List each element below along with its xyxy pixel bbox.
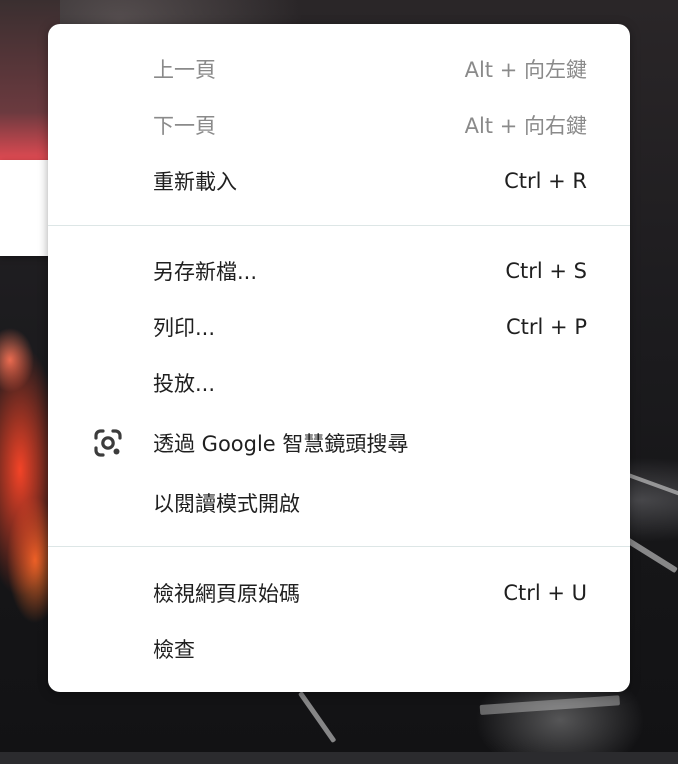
menu-item-save-as[interactable]: 另存新檔... Ctrl + S: [48, 243, 630, 299]
background-streak: [297, 691, 337, 744]
menu-item-back[interactable]: 上一頁 Alt + 向左鍵: [48, 41, 630, 97]
menu-item-label: 檢查: [153, 638, 195, 662]
menu-item-view-source[interactable]: 檢視網頁原始碼 Ctrl + U: [48, 565, 630, 621]
menu-item-shortcut: Alt + 向右鍵: [464, 114, 587, 138]
menu-item-label: 下一頁: [153, 114, 216, 138]
menu-item-shortcut: Ctrl + S: [505, 259, 587, 283]
background-streak: [479, 695, 621, 715]
menu-item-label: 透過 Google 智慧鏡頭搜尋: [153, 432, 409, 456]
menu-item-shortcut: Ctrl + R: [504, 169, 587, 193]
menu-item-google-lens[interactable]: 透過 Google 智慧鏡頭搜尋: [48, 415, 630, 471]
menu-item-cast[interactable]: 投放...: [48, 355, 630, 411]
menu-item-forward[interactable]: 下一頁 Alt + 向右鍵: [48, 97, 630, 153]
context-menu: 上一頁 Alt + 向左鍵 下一頁 Alt + 向右鍵 重新載入 Ctrl + …: [48, 24, 630, 692]
menu-item-reading-mode[interactable]: 以閱讀模式開啟: [48, 475, 630, 531]
menu-item-label: 重新載入: [153, 170, 237, 194]
menu-item-label: 列印...: [153, 316, 216, 340]
background-bottom-bar: [0, 752, 678, 764]
menu-item-shortcut: Ctrl + P: [506, 315, 587, 339]
menu-separator: [48, 225, 630, 226]
menu-item-label: 檢視網頁原始碼: [153, 582, 300, 606]
menu-separator: [48, 546, 630, 547]
menu-item-label: 另存新檔...: [153, 260, 258, 284]
menu-item-inspect[interactable]: 檢查: [48, 621, 630, 677]
menu-item-shortcut: Alt + 向左鍵: [464, 58, 587, 82]
menu-item-reload[interactable]: 重新載入 Ctrl + R: [48, 153, 630, 209]
menu-item-print[interactable]: 列印... Ctrl + P: [48, 299, 630, 355]
menu-item-label: 以閱讀模式開啟: [153, 492, 300, 516]
menu-item-shortcut: Ctrl + U: [503, 581, 587, 605]
google-lens-icon: [92, 427, 124, 459]
menu-item-label: 投放...: [153, 372, 216, 396]
menu-item-label: 上一頁: [153, 58, 216, 82]
